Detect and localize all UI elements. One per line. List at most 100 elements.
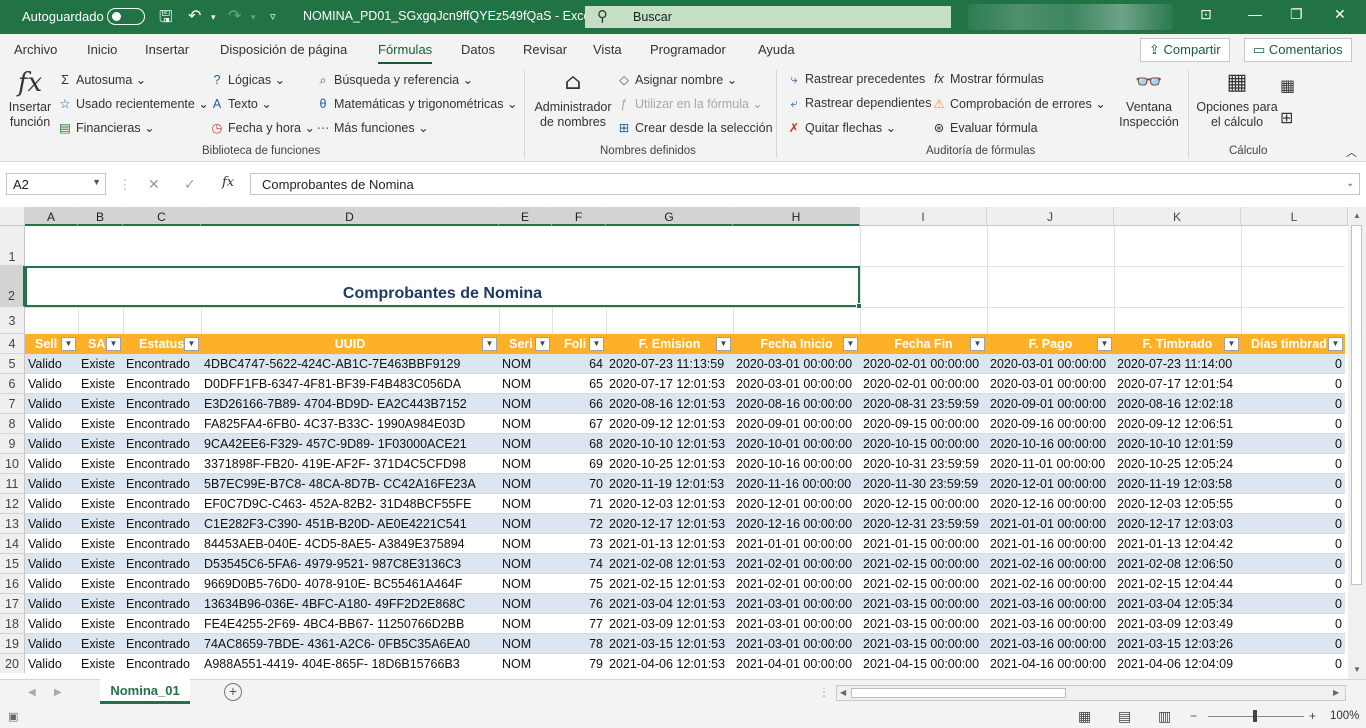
cell[interactable]: Encontrado xyxy=(123,614,201,634)
cell[interactable]: FE4E4255-2F69- 4BC4-BB67- 11250766D2BB xyxy=(201,614,499,634)
cell[interactable]: 2021-04-06 12:01:53 xyxy=(606,654,733,673)
filter-dropdown-icon[interactable]: ▼ xyxy=(535,337,550,351)
scroll-down-icon[interactable]: ▼ xyxy=(1353,665,1361,674)
cell[interactable]: Valido xyxy=(25,534,78,554)
cell[interactable]: 2020-10-25 12:05:24 xyxy=(1114,454,1241,474)
cell[interactable]: 2021-02-01 00:00:00 xyxy=(733,574,860,594)
cell[interactable]: 2020-09-15 00:00:00 xyxy=(860,414,987,434)
cell[interactable]: 2020-12-17 12:01:53 xyxy=(606,514,733,534)
cell[interactable]: Valido xyxy=(25,574,78,594)
cell[interactable]: NOM xyxy=(499,654,552,673)
cell[interactable]: 79 xyxy=(552,654,606,673)
calculate-sheet-icon[interactable]: ⊞ xyxy=(1280,108,1293,128)
row-header[interactable]: 13 xyxy=(0,514,25,534)
cell[interactable]: Existe xyxy=(78,654,123,673)
cell[interactable]: Encontrado xyxy=(123,474,201,494)
header-cell[interactable]: F. Timbrado ▼ xyxy=(1114,334,1241,354)
tab-archivo[interactable]: Archivo xyxy=(14,42,57,57)
name-manager-button[interactable]: ⌂ Administrador de nombres xyxy=(532,70,614,130)
datetime-button[interactable]: ◷ Fecha y hora ⌄ xyxy=(210,120,315,135)
cell[interactable]: Existe xyxy=(78,574,123,594)
insert-function-icon[interactable]: fx xyxy=(222,175,234,190)
row-header[interactable]: 3 xyxy=(0,307,25,334)
name-box[interactable]: A2 ▼ xyxy=(6,173,106,195)
cell[interactable]: 2021-03-01 00:00:00 xyxy=(733,594,860,614)
sheet-tab-nomina[interactable]: Nomina_01 xyxy=(100,679,190,704)
cell[interactable]: 2020-10-15 00:00:00 xyxy=(860,434,987,454)
cell[interactable]: Existe xyxy=(78,514,123,534)
cell[interactable]: 2020-03-01 00:00:00 xyxy=(733,374,860,394)
row-header[interactable]: 17 xyxy=(0,594,25,614)
row-header[interactable]: 9 xyxy=(0,434,25,454)
cell[interactable]: 0 xyxy=(1241,454,1345,474)
cell[interactable]: 2021-03-01 00:00:00 xyxy=(733,614,860,634)
row-header[interactable]: 5 xyxy=(0,354,25,374)
cell[interactable]: Existe xyxy=(78,594,123,614)
cell[interactable]: NOM xyxy=(499,534,552,554)
cell[interactable]: 0 xyxy=(1241,614,1345,634)
cell[interactable]: 2021-03-15 00:00:00 xyxy=(860,634,987,654)
cell[interactable]: 0 xyxy=(1241,474,1345,494)
header-cell[interactable]: Foli ▼ xyxy=(552,334,606,354)
trace-dependents-button[interactable]: ⤶ Rastrear dependientes xyxy=(787,96,931,111)
cell[interactable]: 2021-01-15 00:00:00 xyxy=(860,534,987,554)
formula-input[interactable]: Comprobantes de Nomina xyxy=(250,173,1360,195)
trace-precedents-button[interactable]: ⤷ Rastrear precedentes xyxy=(787,72,925,87)
cell[interactable]: 0 xyxy=(1241,414,1345,434)
header-cell[interactable]: F. Emision ▼ xyxy=(606,334,733,354)
cell[interactable]: Encontrado xyxy=(123,634,201,654)
row-header[interactable]: 8 xyxy=(0,414,25,434)
cell[interactable]: Encontrado xyxy=(123,434,201,454)
logical-button[interactable]: ? Lógicas ⌄ xyxy=(210,72,286,87)
cell[interactable]: 2021-04-16 00:00:00 xyxy=(987,654,1114,673)
cell[interactable]: A988A551-4419- 404E-865F- 18D6B15766B3 xyxy=(201,654,499,673)
close-icon[interactable]: ✕ xyxy=(1334,6,1346,23)
cell[interactable]: Existe xyxy=(78,394,123,414)
cell[interactable]: NOM xyxy=(499,634,552,654)
page-break-icon[interactable]: ▥ xyxy=(1158,708,1171,725)
cell[interactable]: 2020-11-30 23:59:59 xyxy=(860,474,987,494)
zoom-in-icon[interactable]: + xyxy=(1309,709,1316,723)
undo-icon[interactable]: ↶ xyxy=(188,6,201,26)
cell[interactable]: 74AC8659-7BDE- 4361-A2C6- 0FB5C35A6EA0 xyxy=(201,634,499,654)
cell[interactable]: 0 xyxy=(1241,494,1345,514)
row-header[interactable]: 16 xyxy=(0,574,25,594)
page-layout-icon[interactable]: ▤ xyxy=(1118,708,1131,725)
enter-icon[interactable]: ✓ xyxy=(184,176,196,193)
cell[interactable]: 68 xyxy=(552,434,606,454)
cell[interactable]: Encontrado xyxy=(123,554,201,574)
redo-icon[interactable]: ↷ xyxy=(228,6,241,26)
filter-dropdown-icon[interactable]: ▼ xyxy=(1224,337,1239,351)
cell[interactable]: 2021-04-01 00:00:00 xyxy=(733,654,860,673)
select-all-corner[interactable] xyxy=(0,207,25,226)
row-header[interactable]: 12 xyxy=(0,494,25,514)
save-icon[interactable]: 🖫 xyxy=(159,6,173,33)
cell[interactable]: 71 xyxy=(552,494,606,514)
cell[interactable]: Valido xyxy=(25,514,78,534)
cell[interactable]: 2021-02-15 12:04:44 xyxy=(1114,574,1241,594)
cell[interactable]: 2021-02-16 00:00:00 xyxy=(987,574,1114,594)
cell[interactable]: 64 xyxy=(552,354,606,374)
cell[interactable]: 0 xyxy=(1241,534,1345,554)
cell[interactable]: 78 xyxy=(552,634,606,654)
cell[interactable]: NOM xyxy=(499,374,552,394)
cell[interactable]: 70 xyxy=(552,474,606,494)
cell[interactable]: 3371898F-FB20- 419E-AF2F- 371D4C5CFD98 xyxy=(201,454,499,474)
account-area[interactable] xyxy=(968,4,1173,30)
tab-insertar[interactable]: Insertar xyxy=(145,42,189,57)
cell[interactable]: NOM xyxy=(499,394,552,414)
row-header[interactable]: 10 xyxy=(0,454,25,474)
tab-ayuda[interactable]: Ayuda xyxy=(758,42,795,57)
fill-handle[interactable] xyxy=(856,303,862,309)
insert-function-button[interactable]: fx Insertar función xyxy=(6,70,54,130)
cell[interactable]: Existe xyxy=(78,634,123,654)
cell[interactable]: Valido xyxy=(25,494,78,514)
cell[interactable]: 75 xyxy=(552,574,606,594)
cell[interactable]: 69 xyxy=(552,454,606,474)
column-header[interactable]: F xyxy=(552,207,606,226)
cell[interactable]: 2020-09-16 00:00:00 xyxy=(987,414,1114,434)
header-cell[interactable]: Estatus ▼ xyxy=(123,334,201,354)
redo-dropdown-icon[interactable]: ▾ xyxy=(251,12,256,23)
filter-dropdown-icon[interactable]: ▼ xyxy=(843,337,858,351)
vertical-scrollbar[interactable]: ▲ ▼ xyxy=(1348,207,1366,679)
